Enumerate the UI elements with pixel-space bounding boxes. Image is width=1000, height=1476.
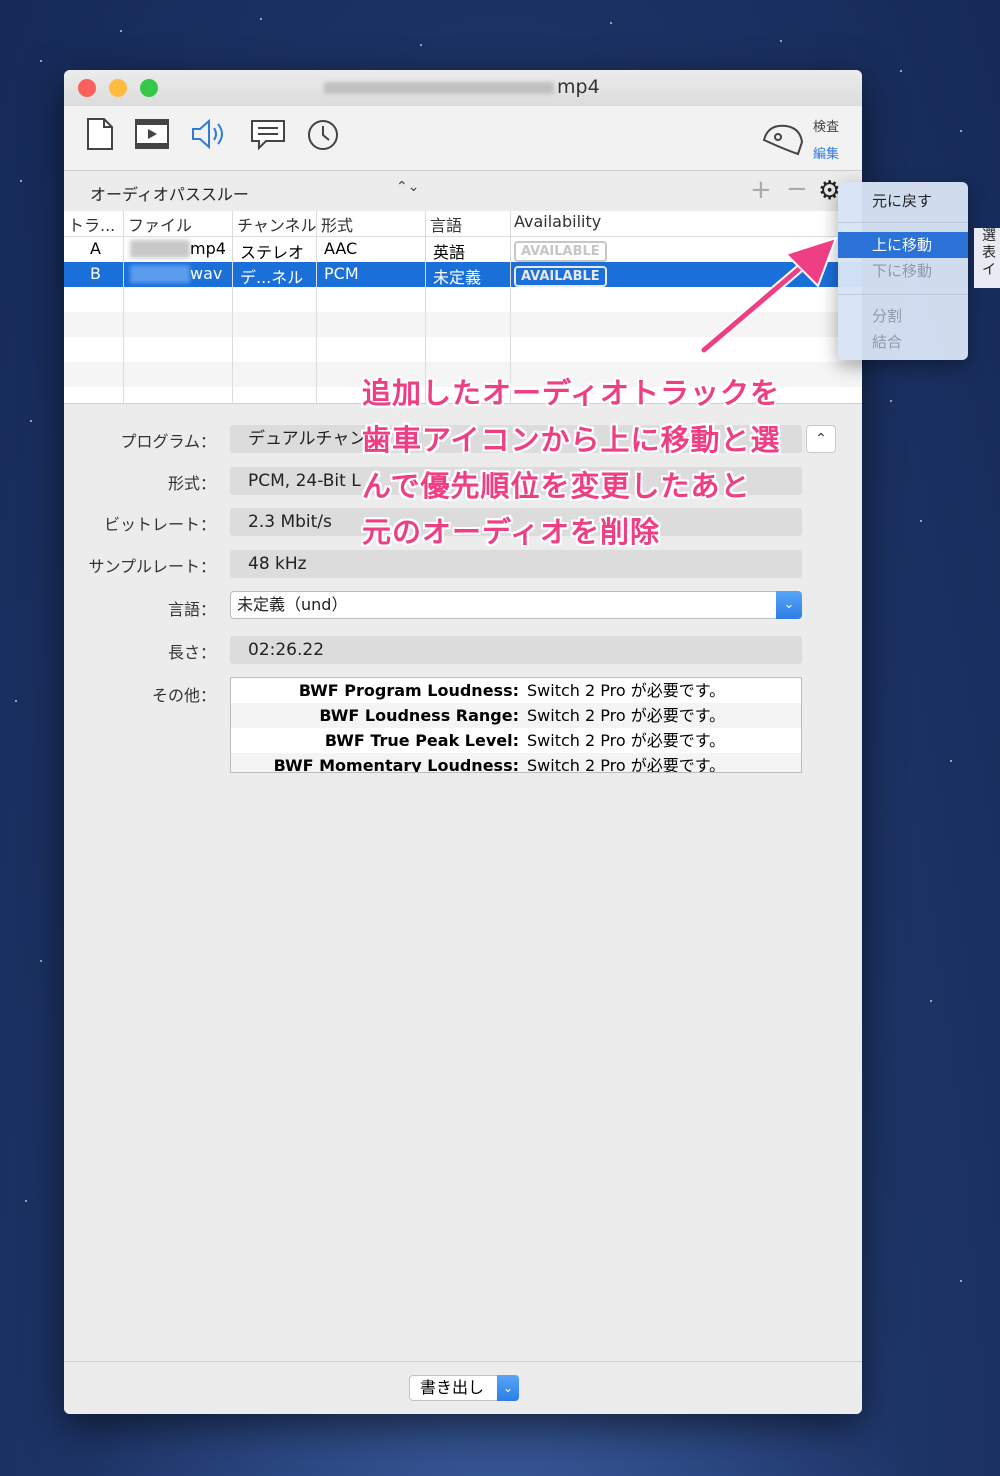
zoom-button[interactable] [140, 79, 158, 97]
format-label: 形式： [167, 474, 216, 493]
gear-context-menu: 元に戻す 上に移動 下に移動 分割 結合 [838, 182, 968, 360]
annotation-line-1: 追加したオーディオトラックを [362, 376, 780, 410]
info-key: BWF Program Loudness: [298, 681, 519, 700]
language-select-value: 未定義（und） [237, 595, 348, 614]
format: PCM [324, 264, 359, 283]
side-panel-text: 選 [982, 228, 996, 244]
partial-side-panel: 選 表 イ [974, 228, 1000, 288]
column-divider [316, 211, 317, 403]
length-field: 02:26.22 [230, 636, 802, 664]
export-button[interactable]: 書き出し ⌄ [409, 1375, 519, 1401]
speaker-icon[interactable] [190, 118, 230, 154]
close-button[interactable] [78, 79, 96, 97]
menu-item-move-down[interactable]: 下に移動 [838, 258, 968, 284]
collapse-chevron-button[interactable]: ⌃ [806, 425, 836, 453]
program-label: プログラム： [120, 432, 216, 451]
menu-item-move-up[interactable]: 上に移動 [838, 232, 968, 258]
movie-icon[interactable] [134, 118, 170, 154]
minimize-button[interactable] [109, 79, 127, 97]
chevron-down-icon[interactable]: ⌄ [497, 1375, 519, 1401]
side-panel-text: 表 [982, 245, 996, 261]
file-ext: wav [190, 264, 223, 283]
window-title-blurred [324, 82, 554, 94]
availability-badge: AVAILABLE [514, 265, 607, 287]
file-name-blurred [130, 240, 190, 258]
info-value: Switch 2 Pro が必要です。 [527, 731, 726, 750]
menu-item-merge[interactable]: 結合 [838, 329, 968, 355]
samplerate-label: サンプルレート： [88, 557, 216, 576]
format: AAC [324, 239, 358, 258]
other-info-list[interactable]: BWF Program Loudness: Switch 2 Pro が必要です… [230, 677, 802, 773]
info-key: BWF True Peak Level: [324, 731, 519, 750]
language: 英語 [433, 243, 466, 262]
info-value: Switch 2 Pro が必要です。 [527, 681, 726, 700]
track-controls: オーディオパススルー ⌃⌄ + − ⚙ [64, 171, 862, 211]
list-item: BWF Momentary Loudness: Switch 2 Pro が必要… [231, 753, 801, 773]
edit-label[interactable]: 編集 [813, 143, 839, 162]
annotation-line-4: 元のオーディオを削除 [362, 515, 660, 549]
column-divider [232, 211, 233, 403]
updown-chevron-icon[interactable]: ⌃⌄ [396, 179, 419, 195]
info-key: BWF Loudness Range: [319, 706, 519, 725]
add-track-button[interactable]: + [750, 175, 772, 205]
file-name-blurred [130, 265, 190, 283]
length-label: 長さ： [167, 643, 216, 662]
language-label: 言語： [167, 600, 216, 619]
remove-track-button[interactable]: − [786, 174, 808, 204]
annotation-arrow-icon [699, 236, 838, 355]
samplerate-field: 48 kHz [230, 550, 802, 578]
availability-badge: AVAILABLE [514, 240, 607, 262]
col-language[interactable]: 言語 [426, 212, 510, 236]
document-icon[interactable] [86, 118, 114, 154]
list-item: BWF Loudness Range: Switch 2 Pro が必要です。 [231, 703, 801, 728]
col-format[interactable]: 形式 [317, 212, 425, 236]
annotation-line-3: んで優先順位を変更したあと [362, 469, 751, 503]
inspect-eye-icon[interactable] [762, 120, 804, 160]
export-label: 書き出し [420, 1378, 485, 1397]
col-availability[interactable]: Availability [510, 212, 714, 231]
side-panel-text: イ [982, 262, 996, 278]
bitrate-label: ビットレート： [103, 515, 216, 534]
channel: ステレオ [240, 243, 305, 262]
col-file[interactable]: ファイル [124, 212, 232, 236]
clock-icon[interactable] [306, 118, 340, 156]
annotation-line-2: 歯車アイコンから上に移動と選 [362, 423, 781, 457]
other-label: その他： [151, 686, 216, 705]
col-track[interactable]: トラ... [64, 212, 124, 236]
menu-item-split[interactable]: 分割 [838, 303, 968, 329]
menu-item-undo[interactable]: 元に戻す [838, 188, 968, 214]
column-divider [123, 211, 124, 403]
audio-mode-select[interactable]: オーディオパススルー [90, 181, 249, 205]
comment-icon[interactable] [250, 118, 286, 156]
inspect-label[interactable]: 検査 [813, 116, 839, 135]
track-id: A [90, 239, 101, 258]
bottom-bar: 書き出し ⌄ [64, 1361, 862, 1414]
title-bar: mp4 [64, 70, 862, 107]
info-value: Switch 2 Pro が必要です。 [527, 756, 726, 773]
info-key: BWF Momentary Loudness: [273, 756, 519, 773]
menu-separator [838, 294, 968, 295]
channel: デ...ネル [240, 268, 304, 287]
info-value: Switch 2 Pro が必要です。 [527, 706, 726, 725]
col-channel[interactable]: チャンネル [233, 212, 317, 236]
language-select[interactable]: 未定義（und） ⌄ [230, 591, 802, 619]
list-item: BWF Program Loudness: Switch 2 Pro が必要です… [231, 678, 801, 703]
window-title: mp4 [557, 76, 600, 98]
file-ext: mp4 [190, 239, 226, 258]
toolbar: 検査 編集 [64, 106, 862, 171]
track-id: B [90, 264, 101, 283]
menu-separator [838, 222, 968, 223]
language: 未定義 [433, 268, 482, 287]
list-item: BWF True Peak Level: Switch 2 Pro が必要です。 [231, 728, 801, 753]
chevron-down-icon[interactable]: ⌄ [776, 591, 802, 619]
